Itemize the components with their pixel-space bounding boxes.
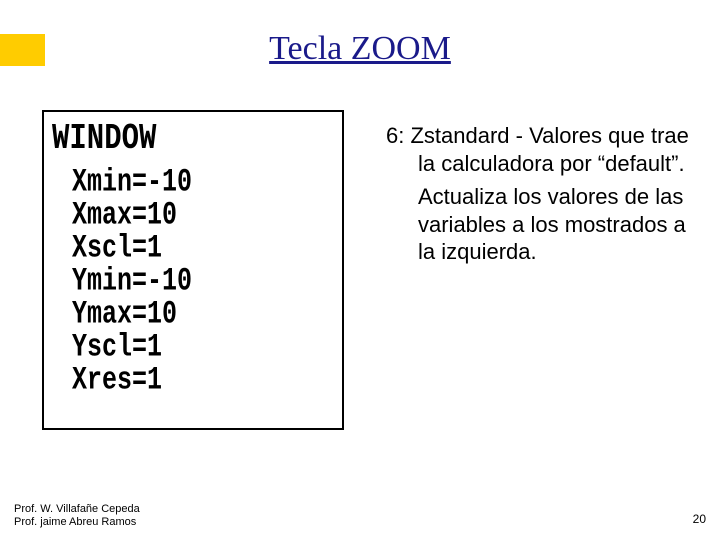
calculator-window-screen: WINDOW Xmin=-10 Xmax=10 Xscl=1 Ymin=-10 … [42,110,344,430]
calc-window-header: WINDOW [52,118,334,159]
page-number: 20 [693,512,706,526]
slide-title: Tecla ZOOM [0,30,720,68]
footer-line-1: Prof. W. Villafañe Cepeda [14,503,140,517]
description-para-1: 6: Zstandard - Valores que trae la calcu… [358,122,698,177]
description-text: 6: Zstandard - Valores que trae la calcu… [358,122,698,266]
footer-line-2: Prof. jaime Abreu Ramos [14,516,140,530]
description-para-2: Actualiza los valores de las variables a… [358,183,698,266]
footer-authors: Prof. W. Villafañe Cepeda Prof. jaime Ab… [14,503,140,531]
calc-line: Xres=1 [52,359,334,401]
